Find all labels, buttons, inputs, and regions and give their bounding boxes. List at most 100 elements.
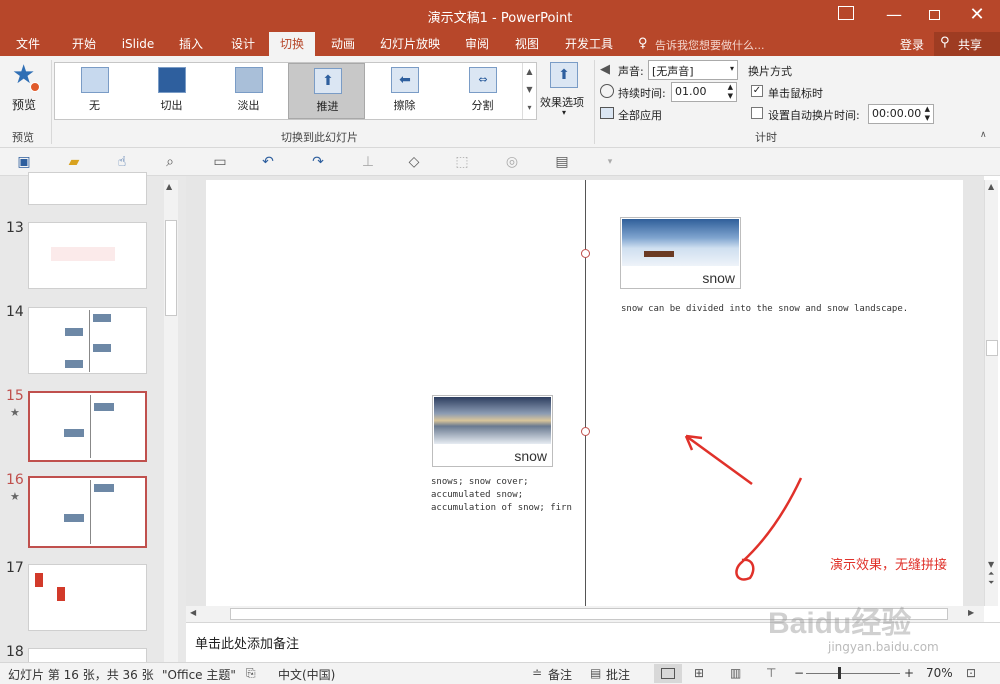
scroll-right-icon[interactable]: ▶ (968, 608, 974, 617)
effect-options-button[interactable]: ⬆ 效果选项 ▾ (540, 60, 592, 120)
slide-thumbnail-12[interactable] (28, 172, 147, 205)
fit-to-window-icon[interactable]: ⊡ (966, 666, 976, 680)
minimize-icon[interactable]: — (882, 0, 906, 30)
customize-qat-icon[interactable]: ▾ (600, 153, 620, 171)
zoom-slider[interactable] (806, 673, 900, 674)
notes-toggle[interactable]: 备注 (548, 666, 572, 683)
zoom-in-icon[interactable]: + (904, 666, 914, 680)
comments-toggle[interactable]: 批注 (606, 666, 630, 683)
tab-insert[interactable]: 插入 (170, 32, 212, 56)
on-click-checkbox[interactable]: ✓ (751, 85, 763, 97)
zoom-level[interactable]: 70% (926, 666, 953, 680)
reading-view-icon[interactable]: ▥ (730, 666, 741, 680)
slideshow-icon[interactable]: ▭ (210, 153, 230, 171)
watermark-url: jingyan.baidu.com (828, 640, 939, 654)
transition-none[interactable]: 无 (56, 63, 133, 119)
slide-thumbnail-18[interactable] (28, 648, 147, 662)
textbox-icon[interactable]: ▤ (552, 153, 572, 171)
shapes-icon[interactable]: ◇ (404, 153, 424, 171)
tab-file[interactable]: 文件 (8, 32, 48, 56)
transition-wipe[interactable]: ⬅ 擦除 (366, 63, 443, 119)
transition-cut-icon (158, 67, 186, 93)
tab-view[interactable]: 视图 (506, 32, 548, 56)
ribbon-display-icon[interactable] (838, 6, 854, 20)
divider (51, 60, 52, 144)
language[interactable]: 中文(中国) (278, 666, 335, 683)
transition-cut[interactable]: 切出 (133, 63, 210, 119)
slide-canvas[interactable]: snow snow can be divided into the snow a… (206, 180, 963, 606)
tab-home[interactable]: 开始 (62, 32, 106, 56)
snow-definition: snows; snow cover; accumulated snow; acc… (431, 477, 572, 513)
snow-card-bottom[interactable]: snow (432, 395, 553, 467)
after-checkbox[interactable] (751, 107, 763, 119)
after-time-stepper[interactable]: 00:00.00 ▲ ▼ (868, 104, 934, 124)
tab-design[interactable]: 设计 (222, 32, 264, 56)
lantern-icon (57, 587, 65, 601)
canvas-vscrollbar[interactable]: ▲ ▼ ⏶ ⏷ (984, 180, 998, 606)
lightbulb-icon: ♀ (638, 36, 648, 51)
touch-mode-icon[interactable]: ☝ (112, 153, 132, 171)
slide-thumbnail-17[interactable] (28, 564, 147, 631)
scroll-down-icon[interactable]: ▼ ⏶ ⏷ (988, 560, 994, 587)
preview-button[interactable]: ★ 预览 (4, 60, 48, 112)
chevron-down-icon: ▾ (562, 108, 567, 117)
save-icon[interactable]: ▣ (14, 153, 34, 171)
thumbnail-image (94, 484, 114, 492)
group-icon[interactable]: ⬚ (452, 153, 472, 171)
on-click-label: 单击鼠标时 (768, 87, 823, 100)
slide-thumbnail-15[interactable] (28, 391, 147, 462)
scroll-up-icon[interactable]: ▲ (166, 182, 172, 191)
tab-animations[interactable]: 动画 (322, 32, 364, 56)
print-preview-icon[interactable]: ⌕ (160, 153, 180, 171)
transition-push[interactable]: ⬆ 推进 (288, 63, 365, 119)
thumbnail-image (94, 403, 114, 411)
duration-stepper[interactable]: 01.00 ▲ ▼ (671, 82, 737, 102)
merge-shapes-icon[interactable]: ◎ (502, 153, 522, 171)
login-link[interactable]: 登录 (900, 36, 924, 53)
pane-scrollbar[interactable]: ▲ (164, 180, 178, 662)
transition-fade[interactable]: 淡出 (210, 63, 287, 119)
snow-sunset-image (434, 397, 551, 444)
divider (594, 60, 595, 144)
spellcheck-icon[interactable]: ⎘ (246, 666, 256, 681)
gallery-scroll[interactable]: ▲ ▼ ▾ (522, 63, 536, 119)
open-folder-icon[interactable]: ▰ (64, 153, 84, 171)
scroll-left-icon[interactable]: ◀ (190, 608, 196, 617)
effect-options-icon: ⬆ (550, 62, 578, 88)
zoom-slider-thumb[interactable] (838, 667, 841, 679)
ribbon-tabs: 文件 开始 iSlide 插入 设计 切换 动画 幻灯片放映 审阅 视图 开发工… (0, 32, 1000, 56)
scroll-up-icon[interactable]: ▲ (988, 182, 994, 191)
apply-all-button[interactable]: 全部应用 (618, 107, 662, 123)
collapse-ribbon-icon[interactable]: ∧ (980, 130, 987, 140)
transition-gallery: 无 切出 淡出 ⬆ 推进 ⬅ 擦除 ⇔ 分割 ▲ ▼ ▾ (54, 62, 537, 120)
transition-split[interactable]: ⇔ 分割 (444, 63, 521, 119)
pane-scroll-thumb[interactable] (165, 220, 177, 316)
slideshow-view-icon[interactable]: ⊤ (766, 666, 776, 680)
normal-view-button[interactable] (654, 664, 682, 683)
tab-slideshow[interactable]: 幻灯片放映 (374, 32, 446, 56)
close-icon[interactable]: ✕ (966, 2, 988, 28)
align-icon[interactable]: ⊥ (358, 153, 378, 171)
undo-icon[interactable]: ↶ (258, 153, 278, 171)
share-button[interactable]: ⚲ 共享 (934, 32, 1000, 56)
after-label: 设置自动换片时间: (768, 109, 860, 122)
sound-select[interactable]: [无声音] ▾ (648, 60, 738, 80)
tab-islide[interactable]: iSlide (114, 32, 162, 56)
zoom-out-icon[interactable]: − (794, 666, 804, 680)
slide-sorter-icon[interactable]: ⊞ (694, 666, 704, 680)
maximize-icon[interactable] (929, 10, 940, 20)
arrow-stroke (685, 434, 753, 486)
red-arrow-annotation (684, 434, 803, 581)
snow-card-top[interactable]: snow (620, 217, 741, 289)
thumbnail-image (65, 360, 83, 368)
slide-thumbnail-16[interactable] (28, 476, 147, 548)
canvas-scroll-thumb[interactable] (986, 340, 998, 356)
tab-transitions[interactable]: 切换 (269, 32, 315, 56)
tell-me-input[interactable]: 告诉我您想要做什么... (655, 37, 765, 53)
duration-value: 01.00 (675, 85, 707, 98)
redo-icon[interactable]: ↷ (308, 153, 328, 171)
slide-thumbnail-14[interactable] (28, 307, 147, 374)
tab-developer[interactable]: 开发工具 (558, 32, 620, 56)
tab-review[interactable]: 审阅 (456, 32, 498, 56)
slide-thumbnail-13[interactable] (28, 222, 147, 289)
